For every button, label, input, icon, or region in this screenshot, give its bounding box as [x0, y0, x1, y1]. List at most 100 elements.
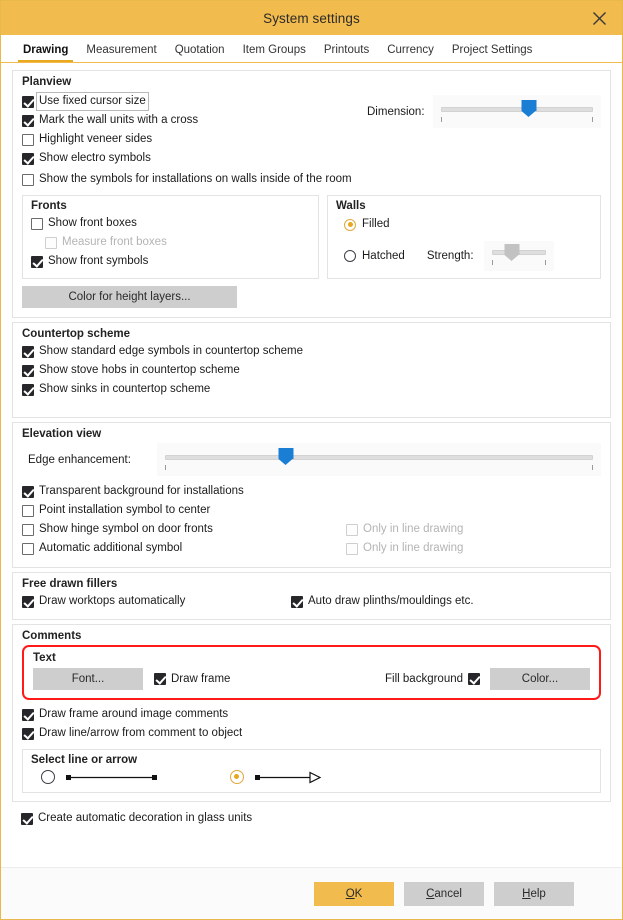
checkbox-label: Show stove hobs in countertop scheme [39, 362, 240, 379]
checkbox-label: Automatic additional symbol [39, 540, 182, 557]
checkbox-box [22, 505, 34, 517]
tab-measurement[interactable]: Measurement [77, 43, 165, 62]
checkbox-use-fixed-cursor-size[interactable]: Use fixed cursor size [22, 93, 146, 110]
checkbox-box [21, 813, 33, 825]
radio-label: Hatched [362, 248, 405, 265]
checkbox-show-stove-hobs[interactable]: Show stove hobs in countertop scheme [22, 362, 240, 379]
checkbox-create-automatic-decoration-glass[interactable]: Create automatic decoration in glass uni… [21, 810, 252, 827]
elevation-view-group: Elevation view Edge enhancement: Transpa [12, 422, 611, 568]
checkbox-label: Point installation symbol to center [39, 502, 210, 519]
close-icon [592, 11, 607, 26]
countertop-scheme-group: Countertop scheme Show standard edge sym… [12, 322, 611, 418]
tab-currency[interactable]: Currency [378, 43, 443, 62]
checkbox-fill-background[interactable]: Fill background [385, 671, 480, 688]
checkbox-draw-worktops-automatically[interactable]: Draw worktops automatically [22, 593, 185, 610]
radio-label: Filled [362, 216, 389, 233]
checkbox-box [31, 256, 43, 268]
strength-slider-handle[interactable] [505, 244, 520, 261]
checkbox-box [22, 728, 34, 740]
checkbox-show-sinks[interactable]: Show sinks in countertop scheme [22, 381, 210, 398]
edge-enhancement-slider[interactable] [157, 443, 601, 476]
checkbox-highlight-veneer-sides[interactable]: Highlight veneer sides [22, 131, 152, 148]
checkbox-label: Auto draw plinths/mouldings etc. [308, 593, 474, 610]
text-subgroup: Text Font... Draw frame Fill background … [22, 645, 601, 700]
radio-circle [41, 770, 55, 784]
plain-line-icon [66, 771, 158, 783]
tab-printouts[interactable]: Printouts [315, 43, 378, 62]
edge-enhancement-slider-handle[interactable] [278, 448, 293, 465]
checkbox-label: Show electro symbols [39, 150, 151, 167]
checkbox-point-installation-symbol-center[interactable]: Point installation symbol to center [22, 502, 210, 519]
checkbox-auto-draw-plinths[interactable]: Auto draw plinths/mouldings etc. [291, 593, 601, 610]
tab-drawing[interactable]: Drawing [14, 43, 77, 62]
tab-quotation[interactable]: Quotation [166, 43, 234, 62]
fillers-title: Free drawn fillers [22, 578, 601, 590]
checkbox-box [45, 237, 57, 249]
color-button[interactable]: Color... [490, 668, 590, 690]
slider-track [165, 455, 593, 460]
system-settings-dialog: System settings Drawing Measurement Quot… [0, 0, 623, 920]
checkbox-label: Show the symbols for installations on wa… [39, 171, 352, 188]
checkbox-draw-line-arrow-from-comment[interactable]: Draw line/arrow from comment to object [22, 725, 242, 742]
checkbox-box [22, 486, 34, 498]
checkbox-box [22, 365, 34, 377]
checkbox-label: Highlight veneer sides [39, 131, 152, 148]
checkbox-draw-frame-around-image-comments[interactable]: Draw frame around image comments [22, 706, 228, 723]
strength-label: Strength: [427, 250, 474, 262]
font-button[interactable]: Font... [33, 668, 143, 690]
checkbox-label: Show sinks in countertop scheme [39, 381, 210, 398]
checkbox-transparent-background[interactable]: Transparent background for installations [22, 483, 244, 500]
fronts-title: Fronts [31, 200, 310, 212]
checkbox-box [22, 596, 34, 608]
checkbox-automatic-additional-symbol[interactable]: Automatic additional symbol [22, 540, 182, 557]
checkbox-show-front-boxes[interactable]: Show front boxes [31, 215, 137, 232]
checkbox-box [22, 384, 34, 396]
checkbox-show-front-symbols[interactable]: Show front symbols [31, 253, 148, 270]
line-arrow-title: Select line or arrow [31, 754, 592, 766]
radio-walls-filled[interactable]: Filled [344, 216, 389, 233]
checkbox-box [346, 524, 358, 536]
dialog-footer: OK Cancel Help [1, 867, 622, 919]
comments-title: Comments [22, 630, 601, 642]
slider-track [441, 107, 593, 112]
help-button[interactable]: Help [494, 882, 574, 906]
checkbox-label: Transparent background for installations [39, 483, 244, 500]
checkbox-label: Fill background [385, 671, 463, 688]
window-title: System settings [263, 11, 360, 26]
slider-ticks [441, 117, 593, 124]
color-for-height-layers-button[interactable]: Color for height layers... [22, 286, 237, 308]
checkbox-label: Measure front boxes [62, 234, 167, 251]
radio-walls-hatched[interactable]: Hatched [336, 248, 405, 265]
checkbox-box [291, 596, 303, 608]
ok-button[interactable]: OK [314, 882, 394, 906]
checkbox-show-standard-edge-symbols[interactable]: Show standard edge symbols in countertop… [22, 343, 303, 360]
edge-enhancement-label: Edge enhancement: [22, 454, 131, 466]
checkbox-box [346, 543, 358, 555]
dimension-slider[interactable] [433, 95, 601, 128]
checkbox-show-symbols-installations-walls[interactable]: Show the symbols for installations on wa… [22, 171, 352, 188]
text-title: Text [33, 652, 590, 664]
checkbox-draw-frame[interactable]: Draw frame [154, 671, 230, 688]
checkbox-mark-wall-units-cross[interactable]: Mark the wall units with a cross [22, 112, 198, 129]
radio-arrow-line[interactable] [230, 770, 244, 784]
close-button[interactable] [582, 1, 616, 35]
checkbox-box [154, 673, 166, 685]
checkbox-box [22, 524, 34, 536]
slider-ticks [165, 465, 593, 472]
checkbox-show-hinge-symbol[interactable]: Show hinge symbol on door fronts [22, 521, 213, 538]
checkbox-show-electro-symbols[interactable]: Show electro symbols [22, 150, 151, 167]
checkbox-box [468, 673, 480, 685]
radio-plain-line[interactable] [41, 770, 55, 784]
cancel-button[interactable]: Cancel [404, 882, 484, 906]
checkbox-label: Draw frame [171, 671, 230, 688]
dimension-slider-handle[interactable] [521, 100, 536, 117]
title-bar: System settings [1, 1, 622, 35]
tab-project-settings[interactable]: Project Settings [443, 43, 542, 62]
checkbox-box [31, 218, 43, 230]
strength-slider[interactable] [484, 241, 554, 271]
planview-title: Planview [22, 76, 601, 88]
tab-item-groups[interactable]: Item Groups [234, 43, 315, 62]
checkbox-label: Show front boxes [48, 215, 137, 232]
checkbox-label: Only in line drawing [363, 540, 463, 557]
checkbox-label: Draw line/arrow from comment to object [39, 725, 242, 742]
